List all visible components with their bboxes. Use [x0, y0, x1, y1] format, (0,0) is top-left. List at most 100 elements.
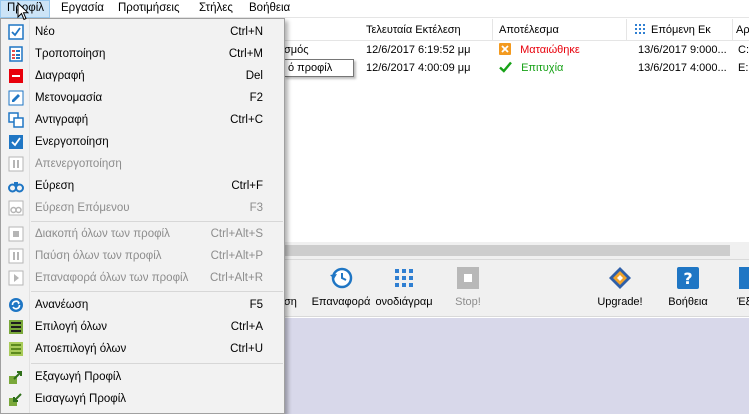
menu-item-shortcut: Ctrl+U [230, 343, 263, 355]
toolbar-button-label: ονοδιάγραμ [375, 296, 433, 308]
row-next-run: 13/6/2017 9:000... [638, 44, 727, 56]
menu-item-find-next[interactable]: Εύρεση Επόμενου F3 [2, 197, 284, 219]
calendar-grid-icon [395, 269, 413, 287]
menu-item-deactivate[interactable]: Απενεργοποίηση [2, 153, 284, 175]
pause-all-icon [8, 248, 24, 264]
find-next-icon [8, 200, 24, 216]
toolbar-button-label: Βοήθεια [668, 296, 708, 308]
menu-item-label: Απενεργοποίηση [35, 158, 122, 170]
success-check-icon [499, 61, 512, 73]
menu-item-shortcut: F5 [249, 299, 263, 311]
menu-item-shortcut: F3 [249, 202, 263, 214]
binoculars-icon [8, 182, 24, 193]
restore-button[interactable]: Επαναφορά [310, 260, 372, 317]
menu-item-shortcut: Ctrl+Alt+P [210, 250, 263, 262]
menu-separator [31, 221, 283, 222]
row-next-run: 13/6/2017 4:000... [638, 62, 727, 74]
menu-item-label: Επιλογή όλων [35, 321, 107, 333]
result-failed-label: Ματαιώθηκε [520, 44, 580, 56]
grid-icon [635, 24, 645, 34]
menu-item-label: Εύρεση Επόμενου [35, 202, 130, 214]
menu-item-refresh[interactable]: Ανανέωση F5 [2, 294, 284, 316]
svg-text:?: ? [683, 269, 692, 288]
menu-preferences[interactable]: Προτιμήσεις [112, 0, 186, 18]
refresh-icon [9, 298, 23, 312]
column-header-next-run-label: Επόμενη Εκ [651, 24, 711, 36]
column-header-next-run[interactable]: Επόμενη Εκ [627, 19, 733, 41]
exit-icon [739, 267, 749, 289]
row-last-run: 12/6/2017 4:00:09 μμ [366, 62, 471, 74]
row-result: Επιτυχία [499, 59, 627, 77]
menu-item-shortcut: F2 [249, 92, 263, 104]
menu-item-label: Εξαγωγή Προφίλ [35, 371, 122, 383]
upgrade-button[interactable]: Upgrade! [588, 260, 652, 317]
menu-item-shortcut: Ctrl+F [231, 180, 263, 192]
menu-item-label: Εύρεση [35, 180, 75, 192]
new-profile-icon [8, 24, 24, 40]
column-header-result[interactable]: Αποτέλεσμα [493, 19, 627, 41]
row-path: C: [738, 44, 749, 56]
menu-item-label: Ανανέωση [35, 299, 89, 311]
stop-button[interactable]: Stop! [440, 260, 496, 317]
menu-columns[interactable]: Στήλες [193, 0, 239, 18]
menu-item-label: Παύση όλων των προφίλ [35, 250, 162, 262]
menu-item-activate[interactable]: Ενεργοποίηση [2, 131, 284, 153]
failed-x-icon [499, 43, 511, 55]
menu-task[interactable]: Εργασία [55, 0, 110, 18]
menu-item-label: Εισαγωγή Προφίλ [35, 393, 127, 405]
row-last-run: 12/6/2017 6:19:52 μμ [366, 44, 471, 56]
menu-item-edit[interactable]: Τροποποίηση Ctrl+M [2, 43, 284, 65]
menu-item-label: Διακοπή όλων των προφίλ [35, 228, 170, 240]
menu-item-shortcut: Ctrl+Alt+S [210, 228, 263, 240]
menu-item-label: Μετονομασία [35, 92, 103, 104]
profile-dropdown-menu: Νέο Ctrl+N Τροποποίηση Ctrl+M Διαγραφή D… [0, 18, 285, 414]
mouse-cursor-icon [17, 2, 29, 21]
menu-item-label: Αντιγραφή [35, 114, 89, 126]
help-button[interactable]: ? Βοήθεια [660, 260, 716, 317]
toolbar-button-label: Επαναφορά [311, 296, 371, 308]
deselect-all-icon [9, 342, 23, 356]
horizontal-scrollbar[interactable] [284, 242, 749, 259]
resume-all-icon [8, 270, 24, 286]
scheduler-button[interactable]: ονοδιάγραμ [372, 260, 436, 317]
menu-item-export[interactable]: Εξαγωγή Προφίλ [2, 366, 284, 388]
menu-item-shortcut: Ctrl+M [228, 48, 263, 60]
menu-item-new[interactable]: Νέο Ctrl+N [2, 21, 284, 43]
menu-item-delete[interactable]: Διαγραφή Del [2, 65, 284, 87]
pause-icon [8, 156, 24, 172]
toolbar-button-label: Έξ [737, 296, 749, 308]
menu-item-find[interactable]: Εύρεση Ctrl+F [2, 175, 284, 197]
stop-all-icon [8, 226, 24, 242]
menu-item-shortcut: Ctrl+Alt+R [209, 272, 263, 284]
import-icon [9, 393, 22, 406]
tooltip: ό προφίλ [284, 59, 354, 77]
toolbar-button-label: Upgrade! [597, 296, 643, 308]
menu-item-label: Τροποποίηση [35, 48, 106, 60]
column-header-path[interactable]: Αρ [733, 19, 749, 41]
row-result: Ματαιώθηκε [499, 41, 627, 59]
menu-item-import[interactable]: Εισαγωγή Προφίλ [2, 388, 284, 410]
menu-item-shortcut: Ctrl+N [230, 26, 263, 38]
rename-pencil-icon [8, 90, 24, 106]
scrollbar-thumb[interactable] [284, 245, 730, 256]
upgrade-diamond-icon [609, 267, 631, 289]
menu-item-shortcut: Ctrl+C [230, 114, 263, 126]
menu-item-deselect-all[interactable]: Αποεπιλογή όλων Ctrl+U [2, 338, 284, 360]
menu-item-pause-all[interactable]: Παύση όλων των προφίλ Ctrl+Alt+P [2, 245, 284, 267]
menubar: Προφίλ Εργασία Προτιμήσεις Στήλες Βοήθει… [0, 0, 749, 18]
menu-item-stop-all[interactable]: Διακοπή όλων των προφίλ Ctrl+Alt+S [2, 223, 284, 245]
menu-item-select-all[interactable]: Επιλογή όλων Ctrl+A [2, 316, 284, 338]
exit-button[interactable]: Έξ [728, 260, 749, 317]
menu-item-label: Επαναφορά όλων των προφίλ [35, 272, 189, 284]
column-header-last-run[interactable]: Τελευταία Εκτέλεση [360, 19, 493, 41]
menu-item-rename[interactable]: Μετονομασία F2 [2, 87, 284, 109]
menu-item-label: Νέο [35, 26, 55, 38]
copy-icon [8, 112, 24, 128]
restore-clock-icon [330, 267, 353, 289]
menu-item-resume-all[interactable]: Επαναφορά όλων των προφίλ Ctrl+Alt+R [2, 267, 284, 289]
menu-item-copy[interactable]: Αντιγραφή Ctrl+C [2, 109, 284, 131]
menu-help[interactable]: Βοήθεια [243, 0, 296, 18]
toolbar-button-partial[interactable]: ση [284, 260, 306, 317]
edit-profile-icon [9, 46, 23, 62]
toolbar-button-label: ση [284, 296, 297, 308]
